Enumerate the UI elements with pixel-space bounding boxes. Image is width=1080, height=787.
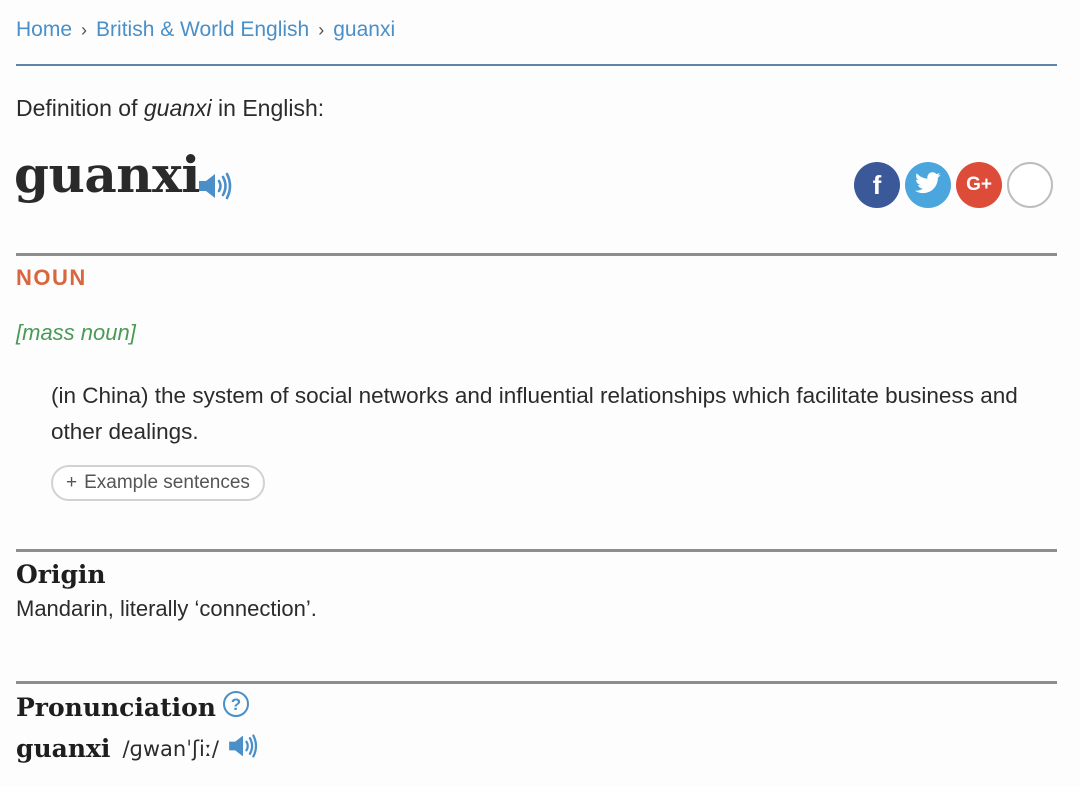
breadcrumb-home[interactable]: Home	[16, 18, 72, 42]
part-of-speech: NOUN	[16, 265, 87, 290]
help-icon[interactable]: ?	[222, 690, 250, 724]
definition-intro-term: guanxi	[143, 95, 212, 121]
headword: guanxi	[14, 145, 200, 204]
definition-intro: Definition of guanxi in English:	[16, 95, 324, 122]
origin-text: Mandarin, literally ‘connection’.	[16, 596, 317, 621]
google-plus-icon: G+	[966, 174, 992, 195]
origin-title: Origin	[16, 560, 106, 589]
twitter-icon	[915, 171, 941, 199]
section-divider	[16, 549, 1057, 552]
section-divider	[16, 681, 1057, 684]
pronunciation-word: guanxi	[16, 734, 111, 763]
breadcrumb-divider	[16, 64, 1057, 66]
pronunciation-ipa: /ɡwanˈʃiː/	[122, 736, 220, 761]
definition-intro-suffix: in English:	[211, 95, 325, 121]
pronunciation-row: guanxi /ɡwanˈʃiː/	[16, 733, 259, 764]
pronunciation-title: Pronunciation	[16, 692, 216, 722]
example-sentences-label: Example sentences	[84, 472, 250, 493]
facebook-icon: f	[872, 169, 882, 200]
google-plus-share-button[interactable]: G+	[956, 162, 1002, 208]
breadcrumb-separator: ›	[81, 19, 88, 40]
plus-icon: +	[66, 472, 78, 493]
twitter-share-button[interactable]	[905, 162, 951, 208]
speaker-icon[interactable]	[197, 171, 233, 206]
definition-intro-prefix: Definition of	[16, 95, 144, 121]
section-divider	[16, 253, 1057, 256]
grammar-note: [mass noun]	[16, 320, 136, 345]
help-glyph: ?	[231, 695, 241, 714]
share-bar: f G+ +	[854, 162, 1053, 208]
pronunciation-heading: Pronunciation ?	[16, 690, 250, 724]
breadcrumb: Home › British & World English › guanxi	[16, 18, 395, 42]
breadcrumb-section[interactable]: British & World English	[96, 18, 309, 42]
breadcrumb-entry[interactable]: guanxi	[333, 18, 395, 42]
speaker-icon[interactable]	[227, 733, 259, 764]
plus-icon: +	[1022, 169, 1038, 200]
facebook-share-button[interactable]: f	[854, 162, 900, 208]
more-share-button[interactable]: +	[1007, 162, 1053, 208]
breadcrumb-separator: ›	[318, 19, 325, 40]
sense-definition: (in China) the system of social networks…	[51, 383, 1018, 444]
example-sentences-button[interactable]: + Example sentences	[51, 465, 265, 501]
